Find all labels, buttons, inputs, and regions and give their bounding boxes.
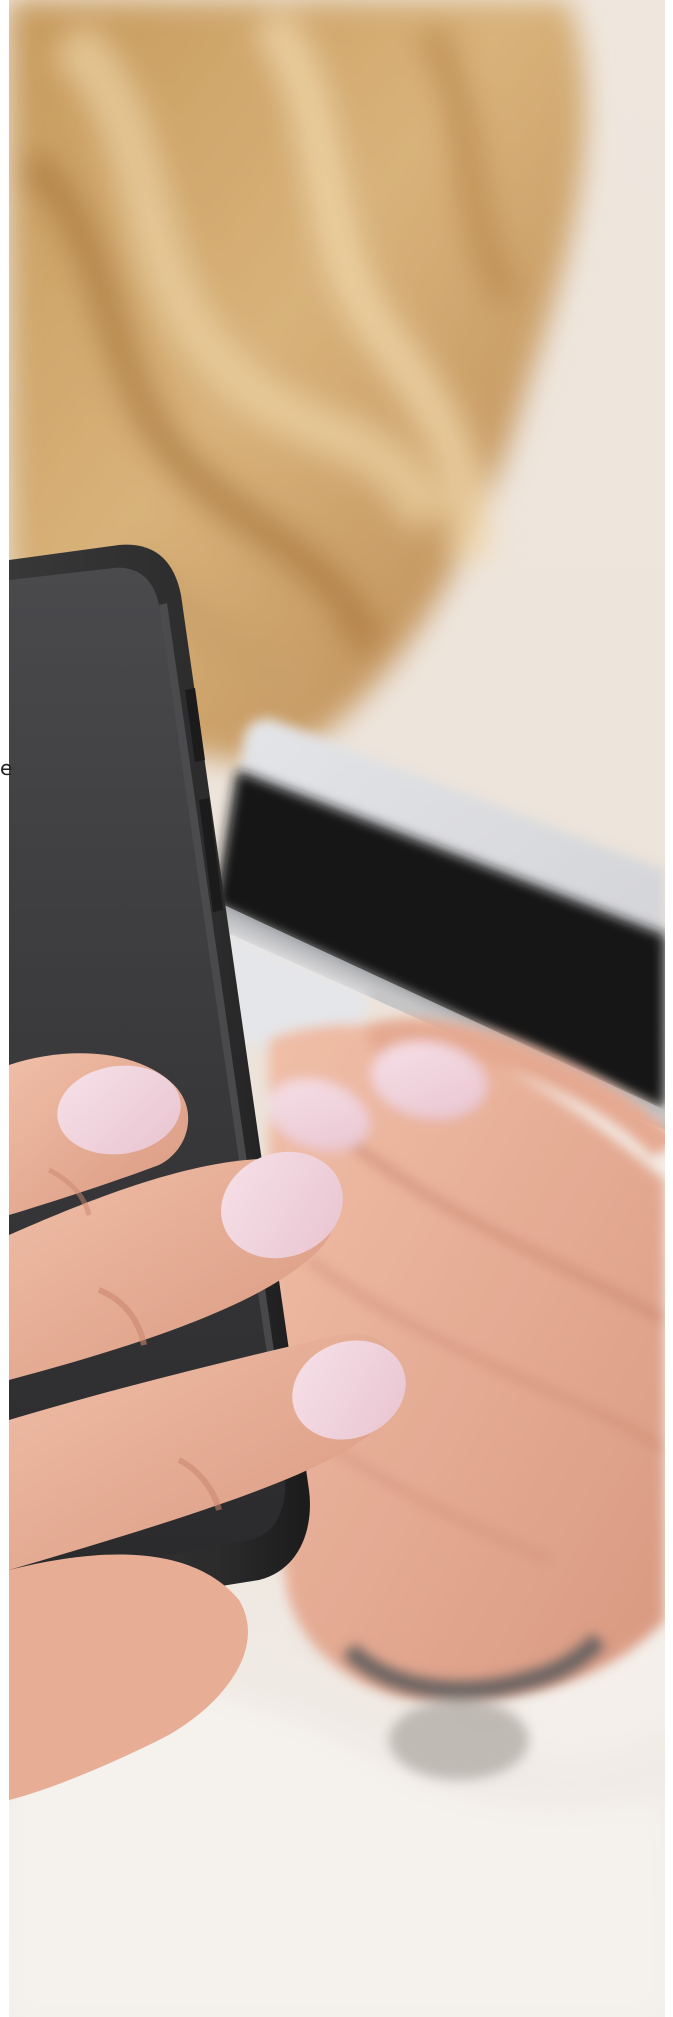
photo-illustration [9, 0, 665, 2017]
edge-text-fragment: e [0, 756, 12, 780]
photo [9, 0, 665, 2017]
